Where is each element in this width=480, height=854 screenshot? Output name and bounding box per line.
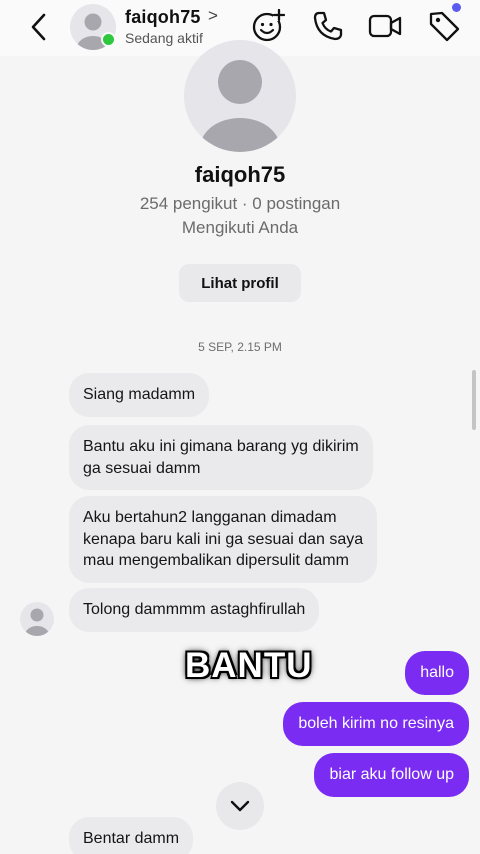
tag-icon[interactable] bbox=[427, 9, 461, 43]
back-icon[interactable] bbox=[22, 10, 56, 44]
profile-avatar[interactable] bbox=[184, 40, 296, 152]
chevron-right-icon[interactable]: > bbox=[208, 6, 218, 26]
message-bubble-outgoing[interactable]: hallo bbox=[405, 651, 469, 695]
message-bubble[interactable]: Bentar damm bbox=[69, 817, 194, 854]
message-timestamp: 5 SEP, 2.15 PM bbox=[198, 340, 282, 354]
profile-name: faiqoh75 bbox=[194, 162, 286, 187]
default-avatar-icon bbox=[200, 60, 280, 152]
follow-status: Mengikuti Anda bbox=[181, 218, 299, 237]
active-status: Sedang aktif bbox=[125, 30, 203, 46]
notification-dot bbox=[452, 3, 461, 12]
message-bubble[interactable]: Siang madamm bbox=[69, 373, 210, 417]
online-indicator bbox=[101, 32, 116, 47]
message-bubble-outgoing[interactable]: boleh kirim no resinya bbox=[283, 702, 469, 746]
sender-avatar[interactable] bbox=[20, 602, 54, 636]
message-bubble[interactable]: Aku bertahun2 langganan dimadam kenapa b… bbox=[69, 496, 378, 583]
view-profile-button[interactable]: Lihat profil bbox=[179, 264, 301, 302]
message-bubble[interactable]: Tolong dammmm astaghfirullah bbox=[69, 588, 320, 632]
header-username[interactable]: faiqoh75 bbox=[125, 7, 201, 28]
profile-stats: 254 pengikut · 0 postingan bbox=[139, 194, 341, 213]
message-bubble[interactable]: Bantu aku ini gimana barang yg dikirim g… bbox=[69, 425, 373, 490]
chevron-down-icon bbox=[230, 800, 250, 812]
phone-icon[interactable] bbox=[311, 9, 345, 43]
video-call-icon[interactable] bbox=[368, 9, 402, 43]
message-bubble-outgoing[interactable]: biar aku follow up bbox=[314, 753, 469, 797]
scrollbar[interactable] bbox=[472, 370, 476, 430]
scroll-down-button[interactable] bbox=[216, 782, 264, 830]
overlay-caption: BANTU bbox=[185, 646, 313, 685]
default-avatar-icon bbox=[25, 608, 49, 636]
effects-icon[interactable] bbox=[251, 9, 285, 43]
